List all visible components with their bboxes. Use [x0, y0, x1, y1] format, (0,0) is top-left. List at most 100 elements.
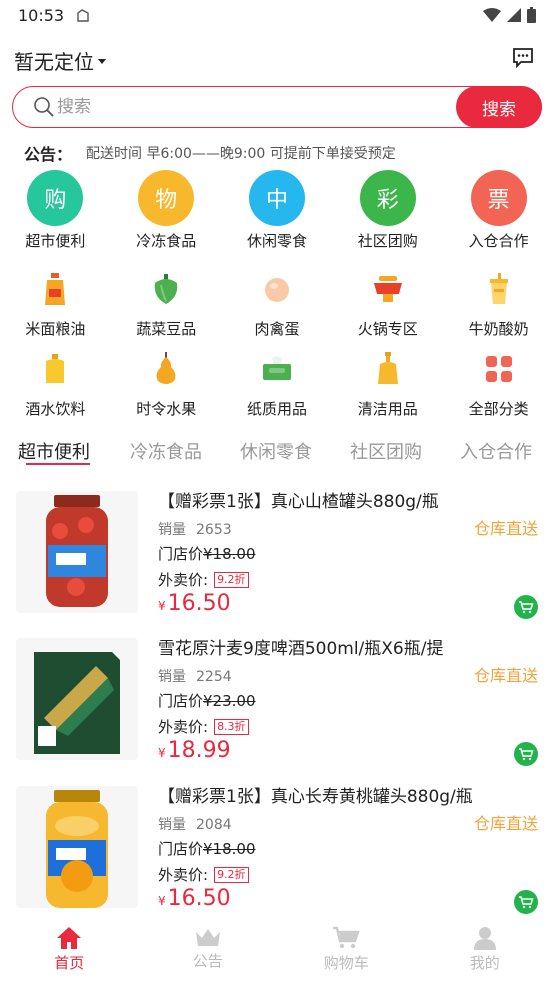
active-tab-indicator: [26, 463, 90, 465]
category-vegetables[interactable]: 蔬菜豆品: [111, 264, 222, 339]
discount-badge: 9.2折: [214, 866, 249, 883]
delivery-price-row: 外卖价: 9.2折: [158, 569, 249, 590]
notification-icon: [76, 8, 90, 27]
sales-count: 2653: [196, 522, 232, 538]
category-label: 酒水饮料: [25, 400, 86, 418]
delivery-label: 外卖价:: [158, 718, 209, 736]
nav-announcement[interactable]: 公告: [139, 916, 278, 984]
pear-icon: [138, 344, 194, 394]
tab-frozen[interactable]: 冷冻食品: [130, 438, 202, 464]
nav-label: 我的: [469, 954, 500, 972]
message-icon[interactable]: [512, 46, 534, 72]
category-label: 清洁用品: [357, 400, 418, 418]
store-price-label: 门店价: [158, 692, 204, 710]
cart-icon: [333, 926, 360, 949]
warehouse-tag: 仓库直送: [473, 519, 538, 538]
battery-icon: [527, 7, 536, 23]
product-item[interactable]: 【赠彩票1张】真心山楂罐头880g/瓶 销量 2653 仓库直送 门店价¥18.0…: [0, 485, 554, 625]
category-badge: 票: [470, 170, 527, 226]
category-label: 休闲零食: [246, 232, 307, 250]
price-value: 18.99: [167, 738, 231, 763]
tab-cooperation[interactable]: 入仓合作: [460, 438, 532, 464]
header: 暂无定位: [0, 40, 554, 76]
cart-icon: [519, 601, 534, 614]
store-price-value: ¥18.00: [203, 840, 256, 858]
nav-profile[interactable]: 我的: [416, 916, 554, 984]
category-label: 全部分类: [468, 400, 529, 418]
category-label: 纸质用品: [246, 400, 307, 418]
category-label: 肉禽蛋: [254, 320, 300, 338]
category-all[interactable]: 全部分类: [443, 344, 554, 419]
add-to-cart-button[interactable]: [514, 742, 538, 766]
secondary-category-row-2: 酒水饮料 时令水果 纸质用品 清洁用品 全部分类: [0, 344, 554, 419]
category-label: 米面粮油: [25, 320, 86, 338]
cart-icon: [519, 748, 534, 761]
notice-bar[interactable]: 公告： 配送时间 早6:00——晚9:00 可提前下单接受预定: [24, 141, 396, 165]
egg-icon: [249, 264, 305, 314]
category-hotpot[interactable]: 火锅专区: [332, 264, 443, 339]
product-item[interactable]: 雪花原汁麦9度啤酒500ml/瓶X6瓶/提 销量 2254 仓库直送 门店价¥23…: [0, 632, 554, 772]
category-group-buy[interactable]: 彩 社区团购: [332, 170, 443, 251]
warehouse-tag: 仓库直送: [473, 814, 538, 833]
location-selector[interactable]: 暂无定位: [14, 46, 106, 75]
category-rice-oil[interactable]: 米面粮油: [0, 264, 111, 339]
discount-badge: 9.2折: [214, 571, 249, 588]
search-button[interactable]: 搜索: [456, 86, 542, 128]
category-label: 蔬菜豆品: [136, 320, 197, 338]
product-item[interactable]: 【赠彩票1张】真心长寿黄桃罐头880g/瓶 销量 2084 仓库直送 门店价¥18…: [0, 780, 554, 920]
nav-label: 购物车: [323, 954, 369, 972]
nav-home[interactable]: 首页: [0, 916, 139, 984]
milk-icon: [471, 264, 527, 314]
location-label: 暂无定位: [14, 50, 94, 74]
category-drinks[interactable]: 酒水饮料: [0, 344, 111, 419]
category-cleaning[interactable]: 清洁用品: [332, 344, 443, 419]
signal-icon: [507, 8, 521, 22]
store-price-value: ¥18.00: [203, 545, 256, 563]
grid-icon: [471, 344, 527, 394]
store-price: 门店价¥23.00: [158, 690, 256, 711]
product-sales: 销量 2084: [158, 814, 232, 834]
sales-label: 销量: [158, 817, 186, 833]
home-icon: [57, 927, 82, 949]
tab-group-buy[interactable]: 社区团购: [350, 438, 422, 464]
category-badge: 彩: [359, 170, 416, 226]
price-value: 16.50: [167, 886, 231, 911]
category-label: 时令水果: [136, 400, 197, 418]
product-title: 【赠彩票1张】真心长寿黄桃罐头880g/瓶: [158, 787, 473, 807]
category-label: 牛奶酸奶: [468, 320, 529, 338]
category-dairy[interactable]: 牛奶酸奶: [443, 264, 554, 339]
store-price-label: 门店价: [158, 840, 204, 858]
product-price: ¥16.50: [158, 886, 231, 911]
currency-symbol: ¥: [158, 599, 166, 613]
category-supermarket[interactable]: 购 超市便利: [0, 170, 111, 251]
sales-label: 销量: [158, 669, 186, 685]
cart-icon: [519, 896, 534, 909]
search-bar: 搜索: [12, 86, 542, 128]
hotpot-icon: [360, 264, 416, 314]
currency-symbol: ¥: [158, 894, 166, 908]
add-to-cart-button[interactable]: [514, 890, 538, 914]
category-cooperation[interactable]: 票 入仓合作: [443, 170, 554, 251]
tab-supermarket[interactable]: 超市便利: [18, 438, 90, 464]
nav-cart[interactable]: 购物车: [277, 916, 416, 984]
category-meat-egg[interactable]: 肉禽蛋: [222, 264, 333, 339]
add-to-cart-button[interactable]: [514, 595, 538, 619]
category-snacks[interactable]: 中 休闲零食: [222, 170, 333, 251]
oil-bottle-icon: [27, 264, 83, 314]
product-sales: 销量 2254: [158, 666, 232, 686]
delivery-label: 外卖价:: [158, 866, 209, 884]
search-input[interactable]: [57, 95, 437, 119]
product-price: ¥16.50: [158, 591, 231, 616]
search-icon: [33, 96, 55, 122]
category-frozen[interactable]: 物 冷冻食品: [111, 170, 222, 251]
status-time: 10:53: [18, 6, 65, 25]
pepper-icon: [138, 264, 194, 314]
category-fruit[interactable]: 时令水果: [111, 344, 222, 419]
category-badge: 物: [138, 170, 195, 226]
category-badge: 中: [248, 170, 305, 226]
cleaner-icon: [360, 344, 416, 394]
tab-snacks[interactable]: 休闲零食: [240, 438, 312, 464]
category-paper[interactable]: 纸质用品: [222, 344, 333, 419]
product-title: 雪花原汁麦9度啤酒500ml/瓶X6瓶/提: [158, 639, 444, 659]
category-label: 社区团购: [357, 232, 418, 250]
